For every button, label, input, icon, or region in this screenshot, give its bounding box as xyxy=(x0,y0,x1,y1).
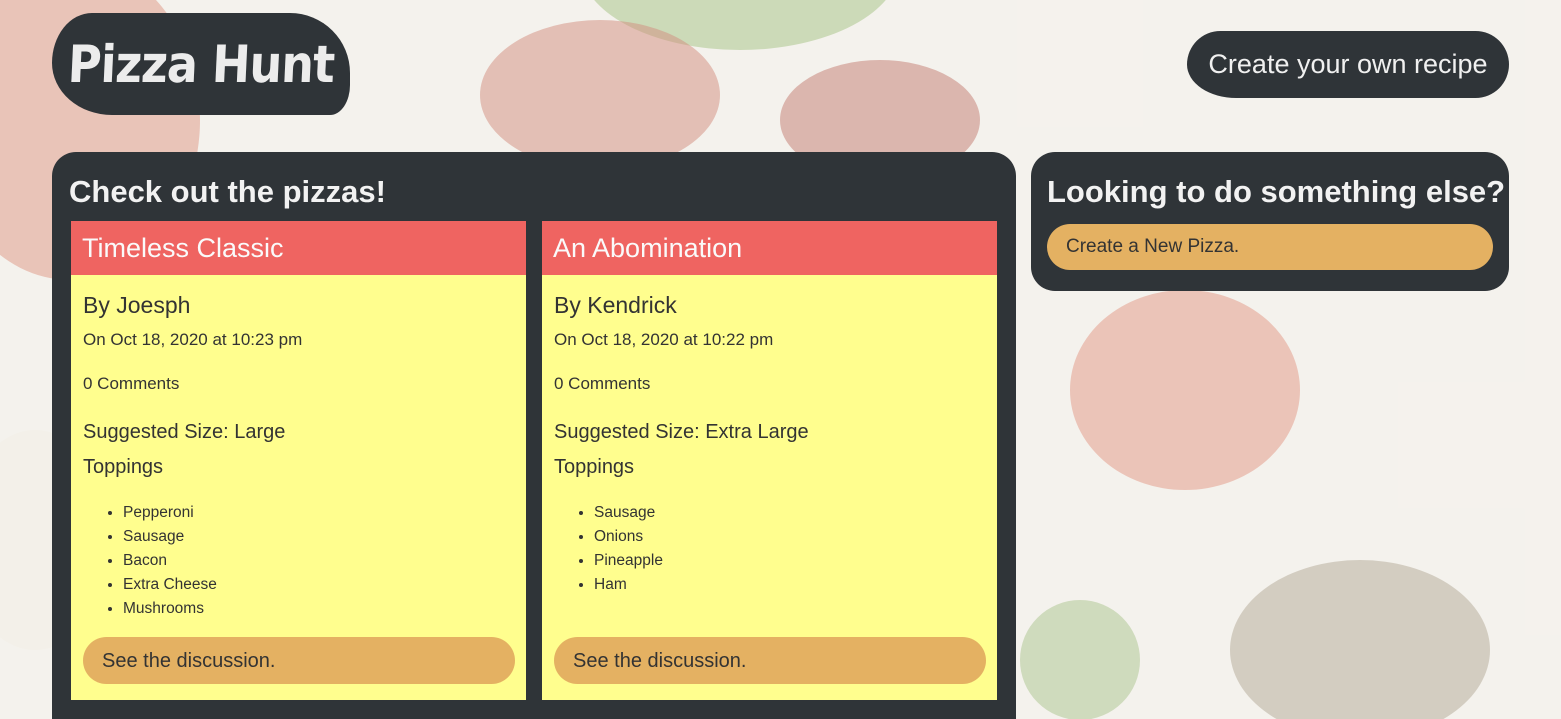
create-new-pizza-button[interactable]: Create a New Pizza. xyxy=(1047,224,1493,270)
pizza-card: An Abomination By Kendrick On Oct 18, 20… xyxy=(542,221,997,700)
topping-item: Onions xyxy=(594,525,663,549)
toppings-list: Sausage Onions Pineapple Ham xyxy=(594,501,663,597)
pizza-author: By Kendrick xyxy=(554,292,677,318)
pizza-date: On Oct 18, 2020 at 10:23 pm xyxy=(83,330,303,349)
pizza-name: An Abomination xyxy=(542,221,997,275)
topping-item: Ham xyxy=(594,573,663,597)
toppings-list: Pepperoni Sausage Bacon Extra Cheese Mus… xyxy=(123,501,217,621)
topping-item: Extra Cheese xyxy=(123,573,217,597)
topping-item: Bacon xyxy=(123,549,217,573)
topping-item: Sausage xyxy=(594,501,663,525)
toppings-label: Toppings xyxy=(554,456,635,478)
side-panel-title: Looking to do something else? xyxy=(1047,174,1506,209)
pizza-suggested-size: Suggested Size: Large xyxy=(83,421,286,443)
pizza-card: Timeless Classic By Joesph On Oct 18, 20… xyxy=(71,221,526,700)
pizza-comment-count: 0 Comments xyxy=(83,374,180,393)
pizza-comment-count: 0 Comments xyxy=(554,374,651,393)
logo-text: Pizza Hunt xyxy=(66,33,336,95)
side-panel: Looking to do something else? Create a N… xyxy=(1031,152,1509,291)
pizza-date: On Oct 18, 2020 at 10:22 pm xyxy=(554,330,774,349)
topping-item: Mushrooms xyxy=(123,597,217,621)
pizza-author: By Joesph xyxy=(83,292,191,318)
create-recipe-button[interactable]: Create your own recipe xyxy=(1187,31,1509,98)
topping-item: Pineapple xyxy=(594,549,663,573)
pizza-list-panel: Check out the pizzas! Timeless Classic B… xyxy=(52,152,1016,719)
site-logo[interactable]: Pizza Hunt xyxy=(52,13,350,115)
topping-item: Sausage xyxy=(123,525,217,549)
see-discussion-button[interactable]: See the discussion. xyxy=(83,637,515,684)
pizza-suggested-size: Suggested Size: Extra Large xyxy=(554,421,809,443)
see-discussion-button[interactable]: See the discussion. xyxy=(554,637,986,684)
pizza-name: Timeless Classic xyxy=(71,221,526,275)
toppings-label: Toppings xyxy=(83,456,164,478)
topping-item: Pepperoni xyxy=(123,501,217,525)
pizza-list-title: Check out the pizzas! xyxy=(69,174,386,209)
